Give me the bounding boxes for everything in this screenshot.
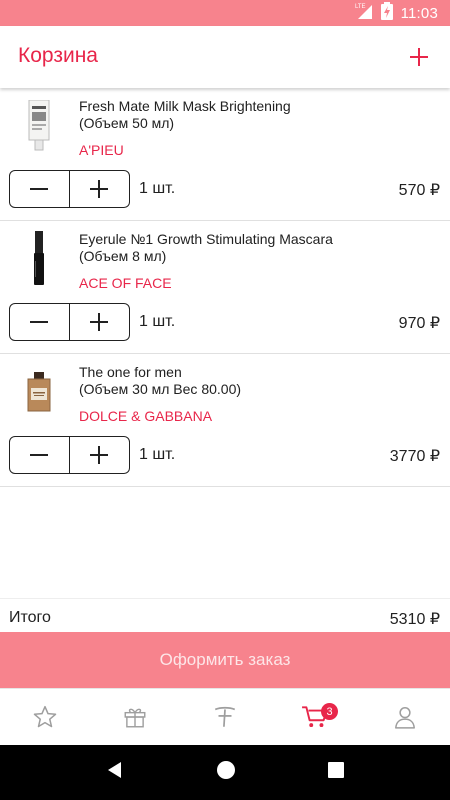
checkout-button[interactable]: Оформить заказ xyxy=(0,632,450,688)
system-navigation-bar xyxy=(0,745,450,800)
nav-gifts[interactable] xyxy=(90,689,180,745)
item-price: 570 ₽ xyxy=(398,182,440,199)
battery-charging-icon xyxy=(380,1,393,25)
product-name[interactable]: The one for men xyxy=(79,364,182,381)
product-brand: ACE OF FACE xyxy=(79,275,172,291)
plus-icon xyxy=(90,446,109,464)
item-price: 970 ₽ xyxy=(398,315,440,332)
increase-button[interactable] xyxy=(70,437,130,473)
profile-icon xyxy=(395,707,415,729)
quantity-stepper xyxy=(9,303,130,341)
total-value: 5310 ₽ xyxy=(389,611,440,628)
nav-cart[interactable]: 3 xyxy=(270,689,360,745)
nav-favorites[interactable] xyxy=(0,689,90,745)
brand-logo-icon xyxy=(214,706,236,727)
total-row: Итого 5310 ₽ xyxy=(0,598,450,632)
add-button[interactable] xyxy=(402,40,436,74)
clock: 11:03 xyxy=(400,4,438,22)
cart-item: The one for men (Объем 30 мл Вес 80.00) … xyxy=(0,354,450,487)
decrease-button[interactable] xyxy=(10,437,70,473)
product-brand: A'PIEU xyxy=(79,142,124,158)
minus-icon xyxy=(30,454,49,456)
plus-icon xyxy=(90,313,109,331)
product-image-mascara[interactable] xyxy=(18,231,60,287)
decrease-button[interactable] xyxy=(10,304,70,340)
product-name[interactable]: Fresh Mate Milk Mask Brightening xyxy=(79,98,291,115)
increase-button[interactable] xyxy=(70,171,130,207)
decrease-button[interactable] xyxy=(10,171,70,207)
product-brand: DOLCE & GABBANA xyxy=(79,408,213,424)
cart-count-badge: 3 xyxy=(321,703,338,720)
item-price: 3770 ₽ xyxy=(389,448,440,465)
star-icon xyxy=(33,705,57,728)
lte-signal-icon: LTE xyxy=(355,2,373,25)
bottom-navigation: 3 xyxy=(0,688,450,745)
minus-icon xyxy=(30,188,49,190)
recents-button[interactable] xyxy=(327,761,345,784)
product-volume: (Объем 8 мл) xyxy=(79,248,167,264)
increase-button[interactable] xyxy=(70,304,130,340)
gift-icon xyxy=(124,708,146,728)
quantity-value: 1 шт. xyxy=(139,446,176,463)
product-image-milk-mask[interactable] xyxy=(18,98,60,154)
status-bar: LTE 11:03 xyxy=(0,0,450,26)
svg-text:LTE: LTE xyxy=(355,4,366,10)
quantity-value: 1 шт. xyxy=(139,313,176,330)
cart-item: Fresh Mate Milk Mask Brightening (Объем … xyxy=(0,88,450,221)
product-name[interactable]: Eyerule №1 Growth Stimulating Mascara xyxy=(79,231,333,248)
quantity-stepper xyxy=(9,170,130,208)
recents-square-icon xyxy=(327,762,344,778)
plus-icon xyxy=(90,180,109,198)
product-image-perfume[interactable] xyxy=(18,364,60,420)
product-volume: (Объем 30 мл Вес 80.00) xyxy=(79,381,242,397)
total-label: Итого xyxy=(9,609,51,626)
back-button[interactable] xyxy=(105,760,125,785)
minus-icon xyxy=(30,321,49,323)
home-button[interactable] xyxy=(216,760,236,785)
cart-item: Eyerule №1 Growth Stimulating Mascara (О… xyxy=(0,221,450,354)
plus-icon xyxy=(410,48,428,66)
nav-profile[interactable] xyxy=(360,689,450,745)
nav-catalog[interactable] xyxy=(180,689,270,745)
status-icons: LTE 11:03 xyxy=(355,0,438,26)
back-triangle-icon xyxy=(108,762,122,778)
product-volume: (Объем 50 мл) xyxy=(79,115,175,131)
quantity-stepper xyxy=(9,436,130,474)
page-title: Корзина xyxy=(18,44,98,67)
home-circle-icon xyxy=(216,761,235,779)
quantity-value: 1 шт. xyxy=(139,180,176,197)
app-bar: Корзина xyxy=(0,26,450,88)
